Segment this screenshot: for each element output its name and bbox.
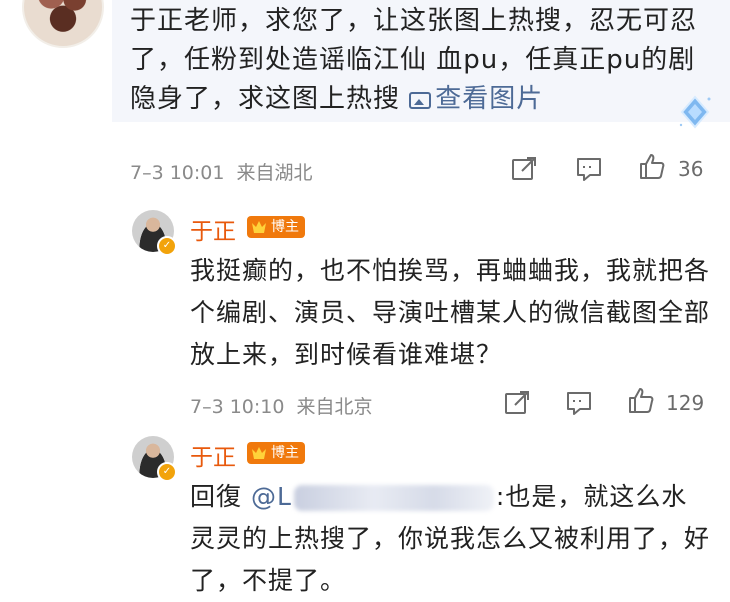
reply-text: 我挺癫的，也不怕挨骂，再蛐蛐我，我就把各个编剧、演员、导演吐槽某人的微信截图全部… xyxy=(190,256,711,369)
like-icon[interactable] xyxy=(627,386,655,414)
reply-location: 来自北京 xyxy=(296,396,373,418)
crown-v-icon xyxy=(252,447,266,459)
blogger-badge: 博主 xyxy=(247,442,305,464)
view-image-link[interactable]: 查看图片 xyxy=(409,84,543,114)
comment-time: 7–3 10:01 xyxy=(130,162,225,184)
blurred-username xyxy=(293,485,494,511)
commenter-avatar[interactable] xyxy=(22,0,104,48)
reply-author-name[interactable]: 于正 xyxy=(190,438,236,472)
verified-badge-icon: ✓ xyxy=(157,236,177,256)
share-icon[interactable] xyxy=(503,389,531,417)
reply-prefix: 回復 xyxy=(190,482,243,511)
sparkle-icon xyxy=(679,95,711,129)
reply-text: 回復 @L:也是，就这么水灵灵的上热搜了，你说我怎么又被利用了，好了，不提了。 xyxy=(190,476,710,602)
top-comment-body: 于正老师，求您了，让这张图上热搜，忍无可忍了，任粉到处造谣临江仙 血pu，任真正… xyxy=(130,2,720,119)
top-comment-meta: 7–3 10:01 来自湖北 xyxy=(130,158,313,185)
share-icon[interactable] xyxy=(510,155,538,183)
comment-icon[interactable] xyxy=(575,155,603,183)
blogger-badge: 博主 xyxy=(247,216,305,238)
mention-link[interactable]: @L xyxy=(251,482,292,511)
crown-v-icon xyxy=(252,221,266,233)
like-count: 129 xyxy=(666,391,705,415)
reply-meta: 7–3 10:10 来自北京 xyxy=(190,392,373,419)
comment-location: 来自湖北 xyxy=(236,162,313,184)
like-count: 36 xyxy=(678,157,704,181)
reply-author-name[interactable]: 于正 xyxy=(190,212,236,246)
reply-time: 7–3 10:10 xyxy=(190,396,285,418)
verified-badge-icon: ✓ xyxy=(157,462,177,482)
image-icon xyxy=(409,92,432,109)
like-icon[interactable] xyxy=(638,152,666,180)
comment-icon[interactable] xyxy=(565,389,593,417)
